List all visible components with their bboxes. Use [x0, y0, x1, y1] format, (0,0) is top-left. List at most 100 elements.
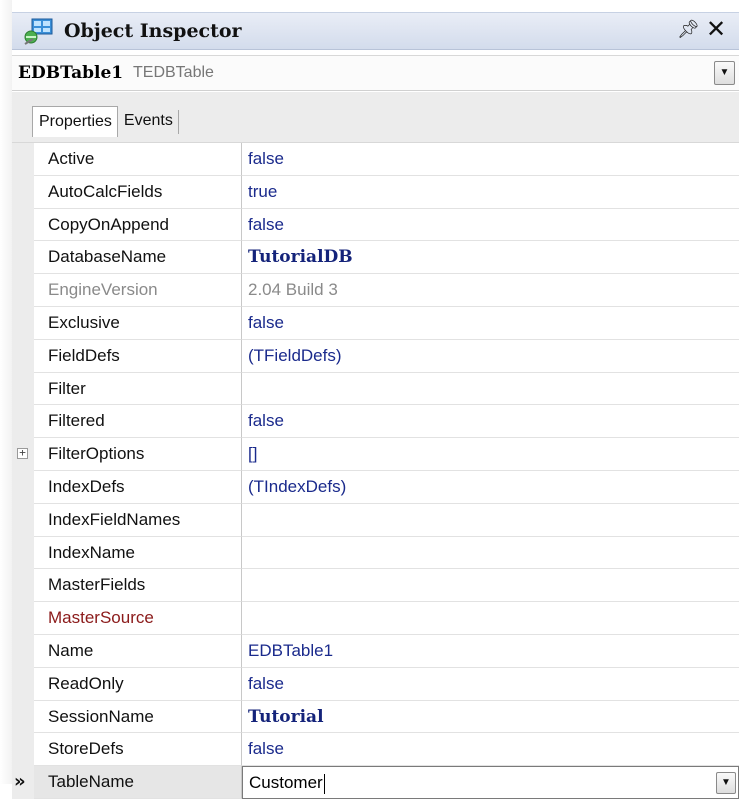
- property-row-filter[interactable]: Filter: [12, 372, 739, 406]
- property-value[interactable]: true: [242, 176, 739, 209]
- property-name: Filter: [34, 372, 242, 406]
- double-chevron-right-icon: »: [14, 771, 26, 793]
- chevron-down-icon: ▼: [721, 777, 731, 789]
- property-row-mastersource[interactable]: MasterSource: [12, 602, 739, 635]
- title-bar[interactable]: Object Inspector 📌︎ ✕: [12, 12, 739, 50]
- tab-events[interactable]: Events: [118, 110, 179, 134]
- row-gutter: +: [12, 438, 34, 471]
- row-gutter: [12, 208, 34, 242]
- left-edge-strip: [0, 0, 12, 784]
- property-name: SessionName: [34, 700, 242, 734]
- value-dropdown-button[interactable]: ▼: [716, 772, 736, 795]
- property-name: ReadOnly: [34, 667, 242, 701]
- object-inspector-window: Object Inspector 📌︎ ✕ EDBTable1 TEDBTabl…: [12, 0, 739, 799]
- property-value[interactable]: false: [242, 307, 739, 340]
- property-row-tablename[interactable]: » TableName Customer ▼: [12, 766, 739, 799]
- row-gutter: [12, 175, 34, 209]
- selected-object-name: EDBTable1: [18, 63, 124, 83]
- property-row-name[interactable]: Name EDBTable1: [12, 634, 739, 668]
- property-row-indexfieldnames[interactable]: IndexFieldNames: [12, 503, 739, 537]
- property-row-autocalcfields[interactable]: AutoCalcFields true: [12, 175, 739, 209]
- property-row-sessionname[interactable]: SessionName Tutorial: [12, 700, 739, 734]
- pin-icon[interactable]: 📌︎: [677, 19, 700, 40]
- tab-properties[interactable]: Properties: [32, 106, 118, 137]
- property-name: FieldDefs: [34, 339, 242, 373]
- property-name: Name: [34, 634, 242, 668]
- row-gutter: [12, 372, 34, 406]
- row-gutter: [12, 667, 34, 701]
- expand-plus-icon[interactable]: +: [17, 447, 28, 460]
- property-value[interactable]: false: [242, 668, 739, 701]
- property-value[interactable]: [242, 537, 739, 570]
- property-value[interactable]: EDBTable1: [242, 635, 739, 668]
- property-value: 2.04 Build 3: [242, 274, 739, 307]
- property-row-masterfields[interactable]: MasterFields: [12, 569, 739, 603]
- property-value[interactable]: [242, 602, 739, 635]
- property-name: Exclusive: [34, 306, 242, 340]
- property-value-editor[interactable]: Customer ▼: [242, 766, 739, 799]
- property-value[interactable]: TutorialDB: [242, 241, 739, 275]
- component-palette-icon: [24, 17, 54, 45]
- row-gutter: [12, 700, 34, 734]
- property-row-fielddefs[interactable]: FieldDefs (TFieldDefs): [12, 339, 739, 373]
- property-name: FilterOptions: [34, 438, 242, 471]
- row-gutter: [12, 536, 34, 570]
- row-gutter: [12, 339, 34, 373]
- property-name: EngineVersion: [34, 274, 242, 307]
- row-gutter: [12, 470, 34, 504]
- property-name: MasterFields: [34, 569, 242, 603]
- property-value[interactable]: false: [242, 209, 739, 242]
- property-value[interactable]: [242, 373, 739, 406]
- property-value[interactable]: false: [242, 143, 739, 176]
- row-gutter: [12, 569, 34, 603]
- property-value[interactable]: [242, 569, 739, 603]
- row-gutter: [12, 306, 34, 340]
- property-name: IndexFieldNames: [34, 503, 242, 537]
- property-name: Filtered: [34, 405, 242, 439]
- property-row-filteroptions[interactable]: + FilterOptions []: [12, 438, 739, 471]
- object-selector-dropdown-button[interactable]: ▼: [714, 61, 735, 85]
- property-name: AutoCalcFields: [34, 175, 242, 209]
- property-name: DatabaseName: [34, 241, 242, 275]
- property-name: IndexDefs: [34, 470, 242, 504]
- row-gutter: [12, 503, 34, 537]
- property-row-indexname[interactable]: IndexName: [12, 536, 739, 570]
- property-row-indexdefs[interactable]: IndexDefs (TIndexDefs): [12, 470, 739, 504]
- row-gutter: [12, 405, 34, 439]
- property-value[interactable]: [242, 504, 739, 537]
- row-gutter: [12, 274, 34, 307]
- property-value[interactable]: Tutorial: [242, 701, 739, 734]
- row-gutter: [12, 602, 34, 635]
- row-gutter: [12, 634, 34, 668]
- property-row-filtered[interactable]: Filtered false: [12, 405, 739, 439]
- property-value[interactable]: false: [242, 733, 739, 767]
- property-value[interactable]: (TFieldDefs): [242, 340, 739, 373]
- property-grid: Active false AutoCalcFields true CopyOnA…: [12, 142, 739, 799]
- property-value[interactable]: []: [242, 438, 739, 471]
- row-gutter: [12, 241, 34, 275]
- object-selector[interactable]: EDBTable1 TEDBTable ▼: [12, 55, 739, 91]
- chevron-down-icon: ▼: [719, 67, 730, 78]
- window-title: Object Inspector: [64, 20, 242, 42]
- property-value[interactable]: false: [242, 405, 739, 439]
- property-row-engineversion[interactable]: EngineVersion 2.04 Build 3: [12, 274, 739, 307]
- property-row-exclusive[interactable]: Exclusive false: [12, 306, 739, 340]
- property-row-copyonappend[interactable]: CopyOnAppend false: [12, 208, 739, 242]
- row-gutter: [12, 733, 34, 767]
- close-icon[interactable]: ✕: [706, 17, 726, 41]
- property-row-readonly[interactable]: ReadOnly false: [12, 667, 739, 701]
- property-row-storedefs[interactable]: StoreDefs false: [12, 733, 739, 767]
- property-value[interactable]: (TIndexDefs): [242, 471, 739, 504]
- selected-object-type: TEDBTable: [133, 64, 214, 81]
- row-gutter: [12, 143, 34, 176]
- row-gutter: »: [12, 766, 34, 799]
- tab-strip: Properties Events: [12, 92, 739, 142]
- property-name: Active: [34, 143, 242, 176]
- property-name: MasterSource: [34, 602, 242, 635]
- property-row-active[interactable]: Active false: [12, 143, 739, 176]
- property-value-text: Customer: [249, 773, 323, 793]
- property-name: StoreDefs: [34, 733, 242, 767]
- property-name: TableName: [34, 766, 242, 799]
- property-name: IndexName: [34, 536, 242, 570]
- property-row-databasename[interactable]: DatabaseName TutorialDB: [12, 241, 739, 275]
